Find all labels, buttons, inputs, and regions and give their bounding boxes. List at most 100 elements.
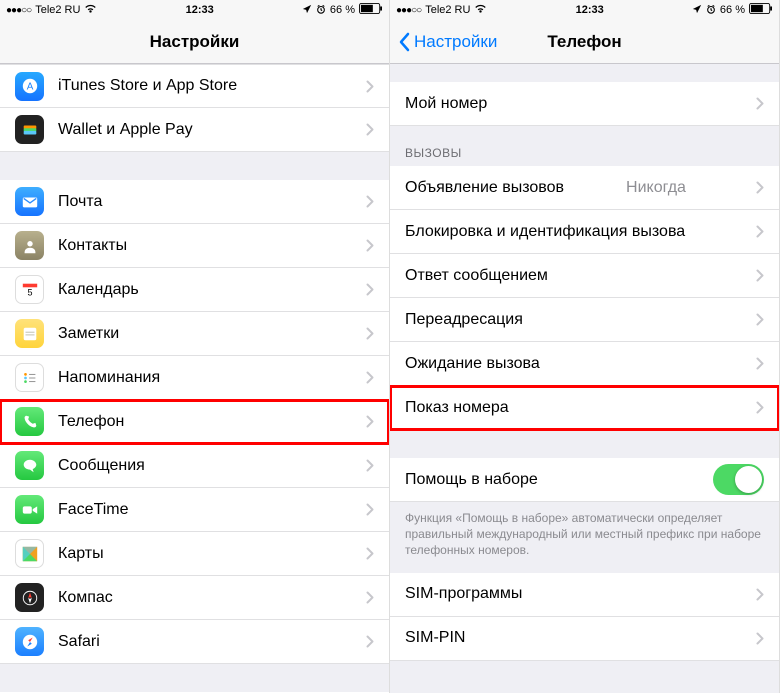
reminders-icon <box>15 363 44 392</box>
clock: 12:33 <box>186 4 214 16</box>
maps-icon <box>15 539 44 568</box>
phone-settings-list[interactable]: Мой номер Вызовы Объявление вызовов Никогда… <box>390 64 779 693</box>
chevron-right-icon <box>756 181 764 194</box>
carrier-label: Tele2 RU <box>35 4 80 16</box>
clock: 12:33 <box>576 4 604 16</box>
settings-row-reminders[interactable]: Напоминания <box>0 356 389 400</box>
battery-pct: 66 % <box>720 4 745 16</box>
chevron-right-icon <box>756 269 764 282</box>
safari-icon <box>15 627 44 656</box>
row-label: iTunes Store и App Store <box>58 77 237 95</box>
row-label: Контакты <box>58 237 127 255</box>
chevron-right-icon <box>756 97 764 110</box>
contacts-icon <box>15 231 44 260</box>
chevron-right-icon <box>756 401 764 414</box>
row-label: Блокировка и идентификация вызова <box>405 223 685 241</box>
row-label: Календарь <box>58 281 139 299</box>
chevron-right-icon <box>366 195 374 208</box>
battery-icon <box>749 3 773 17</box>
chevron-right-icon <box>366 80 374 93</box>
chevron-right-icon <box>366 459 374 472</box>
row-label: Safari <box>58 633 100 651</box>
row-label: Мой номер <box>405 95 487 113</box>
chevron-right-icon <box>756 225 764 238</box>
settings-row-phone[interactable]: Телефон <box>0 400 389 444</box>
settings-row-safari[interactable]: Safari <box>0 620 389 664</box>
settings-row-mail[interactable]: Почта <box>0 180 389 224</box>
location-icon <box>692 4 702 17</box>
settings-row[interactable]: Объявление вызовов Никогда <box>390 166 779 210</box>
row-label: Компас <box>58 589 113 607</box>
settings-row-itunes[interactable]: AiTunes Store и App Store <box>0 64 389 108</box>
settings-row-facetime[interactable]: FaceTime <box>0 488 389 532</box>
back-label: Настройки <box>414 32 497 52</box>
row-label: FaceTime <box>58 501 129 519</box>
wallet-icon <box>15 115 44 144</box>
location-icon <box>302 4 312 17</box>
settings-row-wallet[interactable]: Wallet и Apple Pay <box>0 108 389 152</box>
row-label: Помощь в наборе <box>405 471 538 489</box>
chevron-right-icon <box>366 371 374 384</box>
settings-row-contacts[interactable]: Контакты <box>0 224 389 268</box>
signal-dots: ●●●○○ <box>6 5 31 16</box>
dial-assist-row[interactable]: Помощь в наборе <box>390 458 779 502</box>
row-label: Ответ сообщением <box>405 267 548 285</box>
page-title: Телефон <box>547 32 621 52</box>
settings-row[interactable]: Показ номера <box>390 386 779 430</box>
back-button[interactable]: Настройки <box>398 32 497 52</box>
settings-row[interactable]: Ответ сообщением <box>390 254 779 298</box>
row-label: Телефон <box>58 413 124 431</box>
row-value: Никогда <box>626 179 694 197</box>
notes-icon <box>15 319 44 348</box>
settings-row-notes[interactable]: Заметки <box>0 312 389 356</box>
settings-row[interactable]: Мой номер <box>390 82 779 126</box>
settings-list[interactable]: AiTunes Store и App StoreWallet и Apple … <box>0 64 389 693</box>
phone-icon <box>15 407 44 436</box>
settings-row[interactable]: SIM-программы <box>390 573 779 617</box>
svg-text:5: 5 <box>27 287 32 297</box>
settings-row-compass[interactable]: Компас <box>0 576 389 620</box>
row-label: Карты <box>58 545 104 563</box>
chevron-right-icon <box>366 415 374 428</box>
settings-row[interactable]: SIM-PIN <box>390 617 779 661</box>
chevron-right-icon <box>366 547 374 560</box>
alarm-icon <box>316 4 326 17</box>
chevron-right-icon <box>366 327 374 340</box>
itunes-icon: A <box>15 72 44 101</box>
phone-settings-screen: ●●●○○ Tele2 RU 12:33 66 % Настройки Теле… <box>390 0 780 693</box>
dial-assist-toggle[interactable] <box>713 464 764 495</box>
settings-row-calendar[interactable]: 5 Календарь <box>0 268 389 312</box>
svg-text:A: A <box>26 82 33 93</box>
facetime-icon <box>15 495 44 524</box>
chevron-right-icon <box>366 239 374 252</box>
wifi-icon <box>474 4 487 17</box>
section-header-calls: Вызовы <box>390 140 779 166</box>
nav-bar: Настройки <box>0 20 389 64</box>
settings-row[interactable]: Блокировка и идентификация вызова <box>390 210 779 254</box>
status-bar: ●●●○○ Tele2 RU 12:33 66 % <box>0 0 389 20</box>
compass-icon <box>15 583 44 612</box>
row-label: Показ номера <box>405 399 509 417</box>
signal-dots: ●●●○○ <box>396 5 421 16</box>
calendar-icon: 5 <box>15 275 44 304</box>
settings-row-messages[interactable]: Сообщения <box>0 444 389 488</box>
chevron-right-icon <box>366 591 374 604</box>
dial-assist-footer: Функция «Помощь в наборе» автоматически … <box>390 502 779 573</box>
row-label: SIM-PIN <box>405 629 465 647</box>
chevron-right-icon <box>366 283 374 296</box>
nav-bar: Настройки Телефон <box>390 20 779 64</box>
row-label: Заметки <box>58 325 119 343</box>
settings-row[interactable]: Ожидание вызова <box>390 342 779 386</box>
chevron-right-icon <box>366 123 374 136</box>
settings-row-maps[interactable]: Карты <box>0 532 389 576</box>
row-label: Сообщения <box>58 457 145 475</box>
row-label: Объявление вызовов <box>405 179 564 197</box>
carrier-label: Tele2 RU <box>425 4 470 16</box>
battery-icon <box>359 3 383 17</box>
chevron-right-icon <box>756 313 764 326</box>
row-label: Переадресация <box>405 311 523 329</box>
battery-pct: 66 % <box>330 4 355 16</box>
settings-row[interactable]: Переадресация <box>390 298 779 342</box>
page-title: Настройки <box>150 32 240 52</box>
row-label: Ожидание вызова <box>405 355 540 373</box>
